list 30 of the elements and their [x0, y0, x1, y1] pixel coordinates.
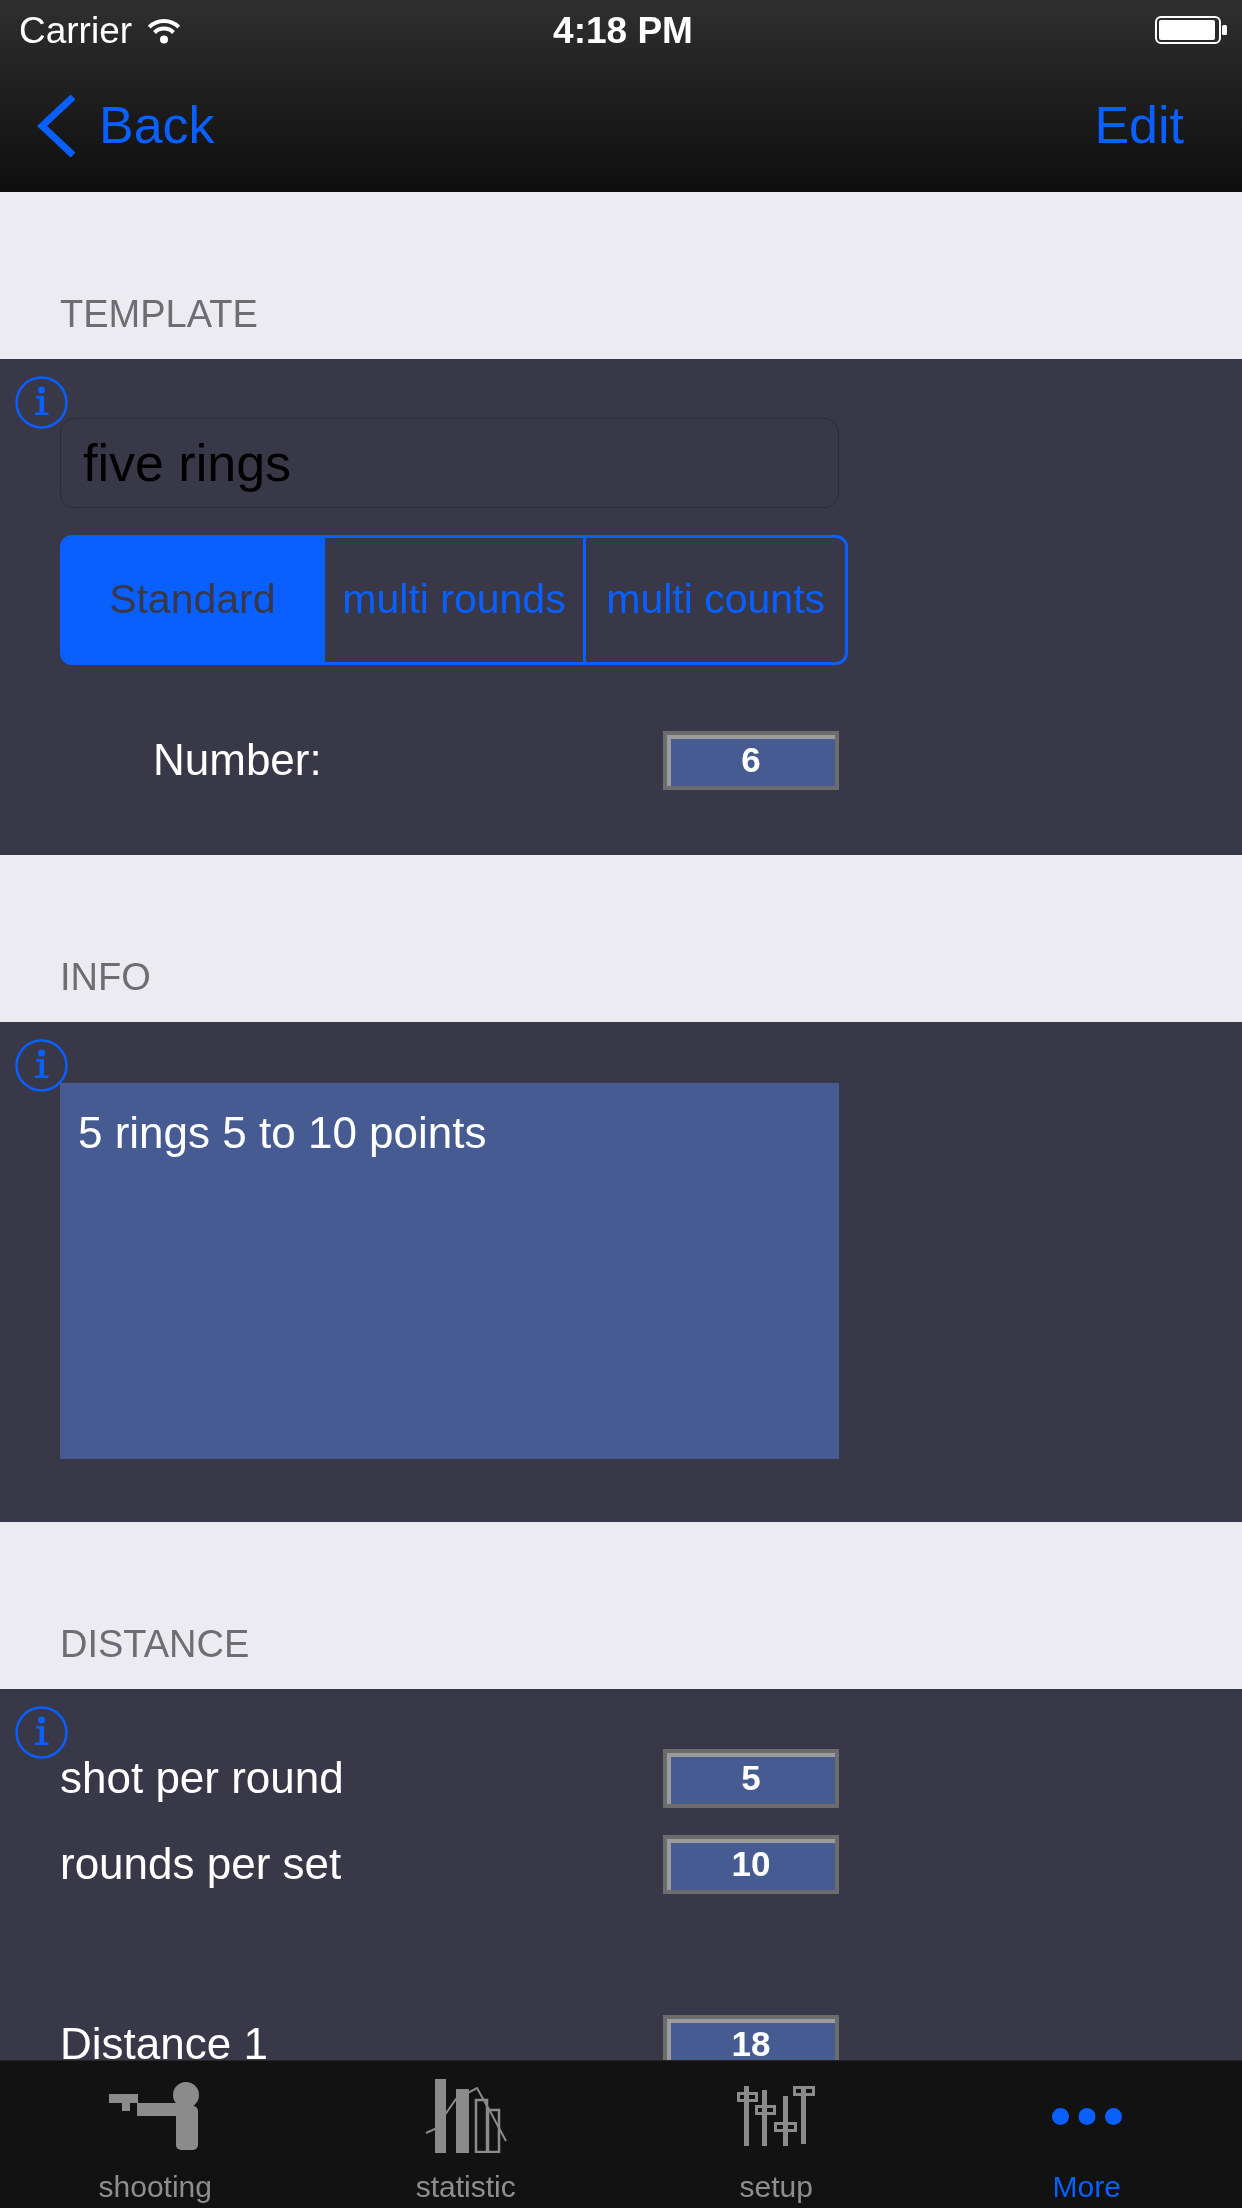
carrier-name: Carrier	[19, 11, 133, 49]
info-icon	[15, 1706, 68, 1759]
info-icon	[15, 376, 68, 429]
number-field[interactable]: 5	[663, 1749, 839, 1808]
row-label: Distance 1	[60, 2018, 269, 2060]
wifi-icon	[146, 16, 183, 44]
edit-button[interactable]: Edit	[1094, 97, 1184, 155]
clock-time: 4:18 PM	[553, 11, 693, 49]
bar-chart-icon	[424, 2079, 507, 2153]
more-dots-icon	[1051, 2107, 1122, 2125]
number-field[interactable]: 6	[663, 731, 839, 790]
tab-bar-item[interactable]: More	[931, 2061, 1242, 2208]
tab-bar-item[interactable]: shooting	[0, 2061, 311, 2208]
chevron-icon	[37, 94, 77, 158]
sliders-icon	[737, 2086, 816, 2146]
tab-bar-item[interactable]: setup	[621, 2061, 932, 2208]
row-label: Number:	[153, 734, 323, 787]
description-field[interactable]: 5 rings 5 to 10 points	[60, 1083, 839, 1459]
section-header: DISTANCE	[60, 1622, 250, 1668]
number-field[interactable]: 10	[663, 1835, 839, 1894]
row-label: shot per round	[60, 1752, 345, 1805]
battery-icon	[1155, 16, 1227, 44]
number-field[interactable]: 18	[663, 2015, 839, 2060]
section-header: INFO	[60, 955, 151, 1001]
section-header: TEMPLATE	[60, 292, 258, 338]
pistol-icon	[109, 2082, 202, 2150]
tab-bar-item[interactable]: statistic	[310, 2061, 621, 2208]
back-button[interactable]: Back	[37, 94, 215, 158]
row-label: rounds per set	[60, 1838, 343, 1891]
info-icon	[15, 1039, 68, 1092]
